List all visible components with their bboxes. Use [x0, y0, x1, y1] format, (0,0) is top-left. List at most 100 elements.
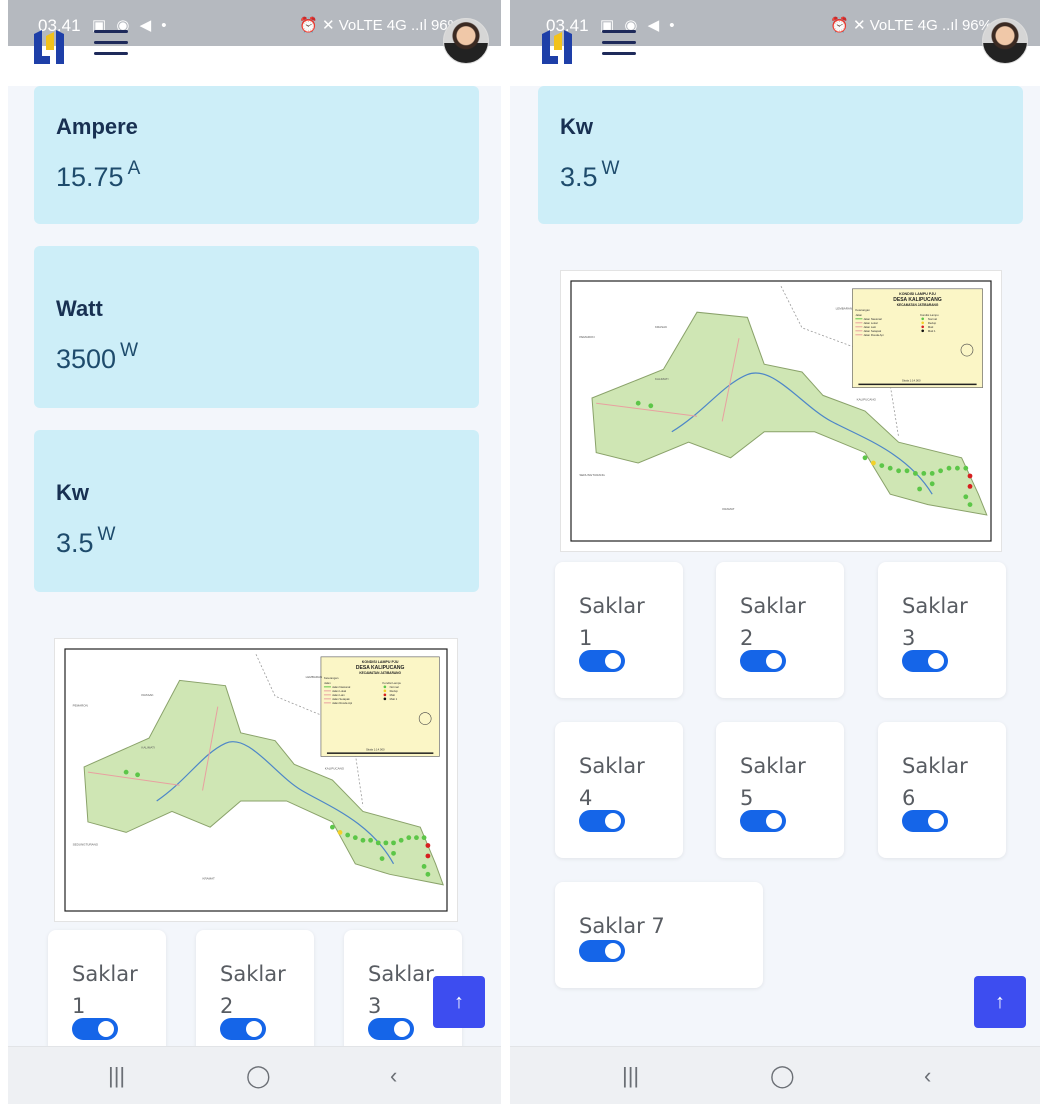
place-label: KALIMATI	[655, 377, 669, 381]
switch-number: 2	[220, 994, 234, 1018]
system-status-icons: ⏰ ✕ VoLTE 4G ..ıl 96%	[299, 17, 461, 34]
lamp-dot	[917, 486, 922, 492]
scale-bar	[858, 383, 977, 386]
legend-lamp-dot	[383, 697, 387, 701]
lamp-dot	[963, 465, 969, 471]
lamp-dot	[383, 840, 389, 846]
switch-label: Saklar	[579, 754, 645, 778]
place-label: KRAMAT	[203, 877, 215, 881]
app-logo-icon	[34, 30, 64, 64]
place-label: KRAMAT	[722, 507, 734, 511]
home-icon[interactable]: ◯	[770, 1063, 795, 1089]
place-label: LEMBARAN	[836, 307, 853, 311]
switch-card-1: Saklar 1	[555, 562, 683, 698]
menu-icon[interactable]	[602, 30, 636, 60]
lamp-dot	[862, 455, 868, 461]
legend-lamp-dot	[921, 321, 925, 325]
toggle-switch-4[interactable]	[579, 810, 625, 832]
app-logo-icon	[542, 30, 572, 64]
map-subtitle: KECAMATAN JATIBARANG	[359, 671, 401, 675]
lamp-dot	[879, 463, 885, 468]
arrow-up-icon: ↑	[995, 991, 1005, 1013]
lamp-dot	[123, 769, 129, 775]
switch-card-3: Saklar 3	[878, 562, 1006, 698]
legend-lamp-dot	[921, 329, 925, 333]
card-title: Watt	[56, 296, 103, 321]
arrow-up-icon: ↑	[454, 991, 464, 1013]
legend-heading: Keterangan	[324, 676, 339, 680]
scroll-top-button[interactable]: ↑	[433, 976, 485, 1028]
avatar[interactable]	[443, 18, 489, 64]
legend-col: Jalan	[324, 681, 331, 685]
lamp-dot	[414, 835, 419, 841]
lamp-dot	[375, 840, 381, 846]
place-label: LEMBARAN	[306, 675, 323, 679]
lamp-dot	[871, 460, 876, 466]
legend-lamp: Mati 1	[928, 329, 936, 333]
phone-screen-right: 03.41 ▣ ◉ ◀ • ⏰ ✕ VoLTE 4G ..ıl 96% Kw 3…	[510, 0, 1040, 1104]
map-scale: Skala 1:14.000	[366, 747, 385, 751]
legend-lamp-dot	[383, 689, 387, 693]
lamp-dot	[368, 837, 373, 843]
toggle-switch-1[interactable]	[72, 1018, 118, 1040]
legend-lamp: Mati 1	[390, 697, 398, 701]
lamp-dot	[955, 465, 960, 471]
switch-card-2: Saklar 2	[196, 930, 314, 1060]
map-title: KONDISI LAMPU PJU	[899, 292, 936, 296]
place-label: KALIMATI	[141, 746, 155, 750]
card-unit: W	[601, 158, 620, 179]
lamp-dot	[938, 468, 943, 474]
switch-number: 1	[579, 626, 593, 650]
system-nav-bar: ||| ◯ ‹	[510, 1046, 1040, 1104]
place-label: KRASAK	[655, 325, 667, 329]
toggle-switch-5[interactable]	[740, 810, 786, 832]
toggle-switch-3[interactable]	[368, 1018, 414, 1040]
switch-number: 6	[902, 786, 916, 810]
lamp-dot	[896, 468, 901, 474]
toggle-switch-6[interactable]	[902, 810, 948, 832]
lamp-dot	[967, 473, 973, 479]
status-bar: 03.41 ▣ ◉ ◀ • ⏰ ✕ VoLTE 4G ..ıl 96%	[8, 0, 501, 46]
map-svg: KONDISI LAMPU PJUDESA KALIPUCANGKECAMATA…	[570, 280, 992, 542]
toggle-switch-2[interactable]	[220, 1018, 266, 1040]
home-icon[interactable]: ◯	[246, 1063, 271, 1089]
switch-card-2: Saklar 2	[716, 562, 844, 698]
back-icon[interactable]: ‹	[390, 1063, 397, 1089]
switch-label: Saklar	[368, 962, 434, 986]
switch-number: 5	[740, 786, 754, 810]
card-unit: W	[97, 524, 116, 545]
street-light-map: KONDISI LAMPU PJU DESA KALIPUCANG KECAMATA…	[560, 270, 1002, 552]
switch-card-6: Saklar 6	[878, 722, 1006, 858]
lamp-dot	[391, 840, 396, 846]
recent-apps-icon[interactable]: |||	[622, 1063, 639, 1089]
card-title: Kw	[560, 114, 593, 139]
status-bar: 03.41 ▣ ◉ ◀ • ⏰ ✕ VoLTE 4G ..ıl 96%	[510, 0, 1040, 46]
toggle-switch-3[interactable]	[902, 650, 948, 672]
scale-bar	[326, 752, 434, 754]
recent-apps-icon[interactable]: |||	[108, 1063, 125, 1089]
card-value: 3500 W	[56, 340, 139, 374]
lamp-dot	[425, 843, 431, 848]
place-label: KALIPUCANG	[857, 398, 877, 402]
toggle-switch-2[interactable]	[740, 650, 786, 672]
switch-label: Saklar	[740, 754, 806, 778]
switch-card-5: Saklar 5	[716, 722, 844, 858]
ampere-card: Ampere 15.75 A	[34, 86, 479, 224]
map-scale: Skala 1:14.000	[902, 379, 921, 383]
scroll-top-button[interactable]: ↑	[974, 976, 1026, 1028]
back-icon[interactable]: ‹	[924, 1063, 931, 1089]
lamp-dot	[904, 468, 910, 474]
toggle-switch-7[interactable]	[579, 940, 625, 962]
switch-label: Saklar	[220, 962, 286, 986]
place-label: KALIPUCANG	[325, 767, 345, 771]
menu-icon[interactable]	[94, 30, 128, 60]
system-nav-bar: ||| ◯ ‹	[8, 1046, 501, 1104]
legend-heading: Keterangan	[855, 308, 870, 312]
lamp-dot	[421, 864, 427, 869]
avatar[interactable]	[982, 18, 1028, 64]
lamp-dot	[648, 403, 654, 409]
legend-lamp-dot	[383, 685, 387, 689]
toggle-switch-1[interactable]	[579, 650, 625, 672]
switch-card-1: Saklar 1	[48, 930, 166, 1060]
phone-screen-left: 03.41 ▣ ◉ ◀ • ⏰ ✕ VoLTE 4G ..ıl 96% Ampe…	[8, 0, 501, 1104]
